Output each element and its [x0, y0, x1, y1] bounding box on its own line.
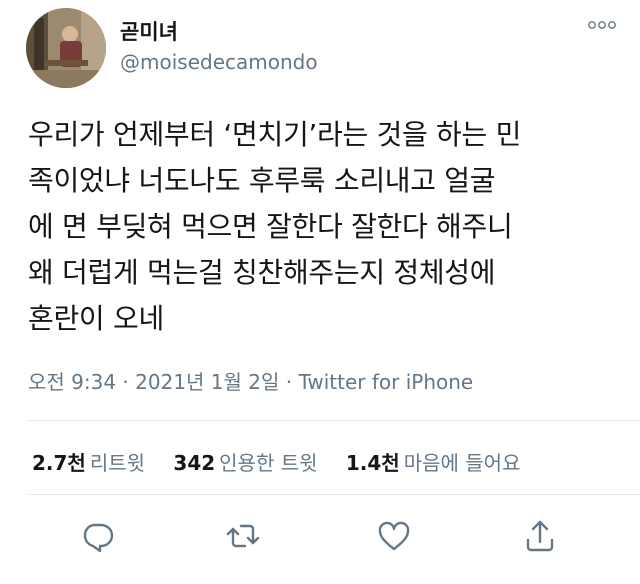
likes-count: 1.4천 — [345, 451, 400, 475]
retweets-stat[interactable]: 2.7천 리트윗 — [32, 447, 145, 476]
like-icon[interactable] — [376, 518, 412, 554]
tweet-source[interactable]: Twitter for iPhone — [298, 370, 473, 394]
quotes-label: 인용한 트윗 — [219, 451, 318, 475]
tweet-header: 곧미녀 @moisedecamondo — [26, 6, 616, 88]
more-dots-icon[interactable] — [588, 18, 616, 34]
action-bar — [0, 518, 640, 558]
tweet-meta: 오전 9:34 · 2021년 1월 2일 · Twitter for iPho… — [28, 366, 473, 395]
tweet-stats: 2.7천 리트윗 342 인용한 트윗 1.4천 마음에 들어요 — [32, 447, 542, 476]
divider — [28, 420, 640, 421]
user-handle[interactable]: @moisedecamondo — [120, 50, 318, 74]
retweets-count: 2.7천 — [32, 451, 86, 475]
share-icon[interactable] — [522, 518, 558, 554]
likes-label: 마음에 들어요 — [403, 451, 521, 475]
tweet-timestamp[interactable]: 오전 9:34 · 2021년 1월 2일 · — [28, 370, 298, 394]
reply-icon[interactable] — [80, 518, 116, 554]
quotes-count: 342 — [173, 451, 216, 475]
divider — [28, 494, 640, 495]
likes-stat[interactable]: 1.4천 마음에 들어요 — [346, 447, 521, 476]
retweets-label: 리트윗 — [89, 451, 146, 475]
quotes-stat[interactable]: 342 인용한 트윗 — [173, 447, 317, 476]
tweet-text: 우리가 언제부터 ‘면치기’라는 것을 하는 민 족이었냐 너도나도 후루룩 소… — [28, 118, 522, 335]
avatar[interactable] — [26, 8, 106, 88]
display-name[interactable]: 곧미녀 — [120, 16, 178, 46]
tweet-card: 곧미녀 @moisedecamondo 우리가 언제부터 ‘면치기’라는 것을 … — [0, 0, 640, 584]
retweet-icon[interactable] — [225, 518, 261, 554]
